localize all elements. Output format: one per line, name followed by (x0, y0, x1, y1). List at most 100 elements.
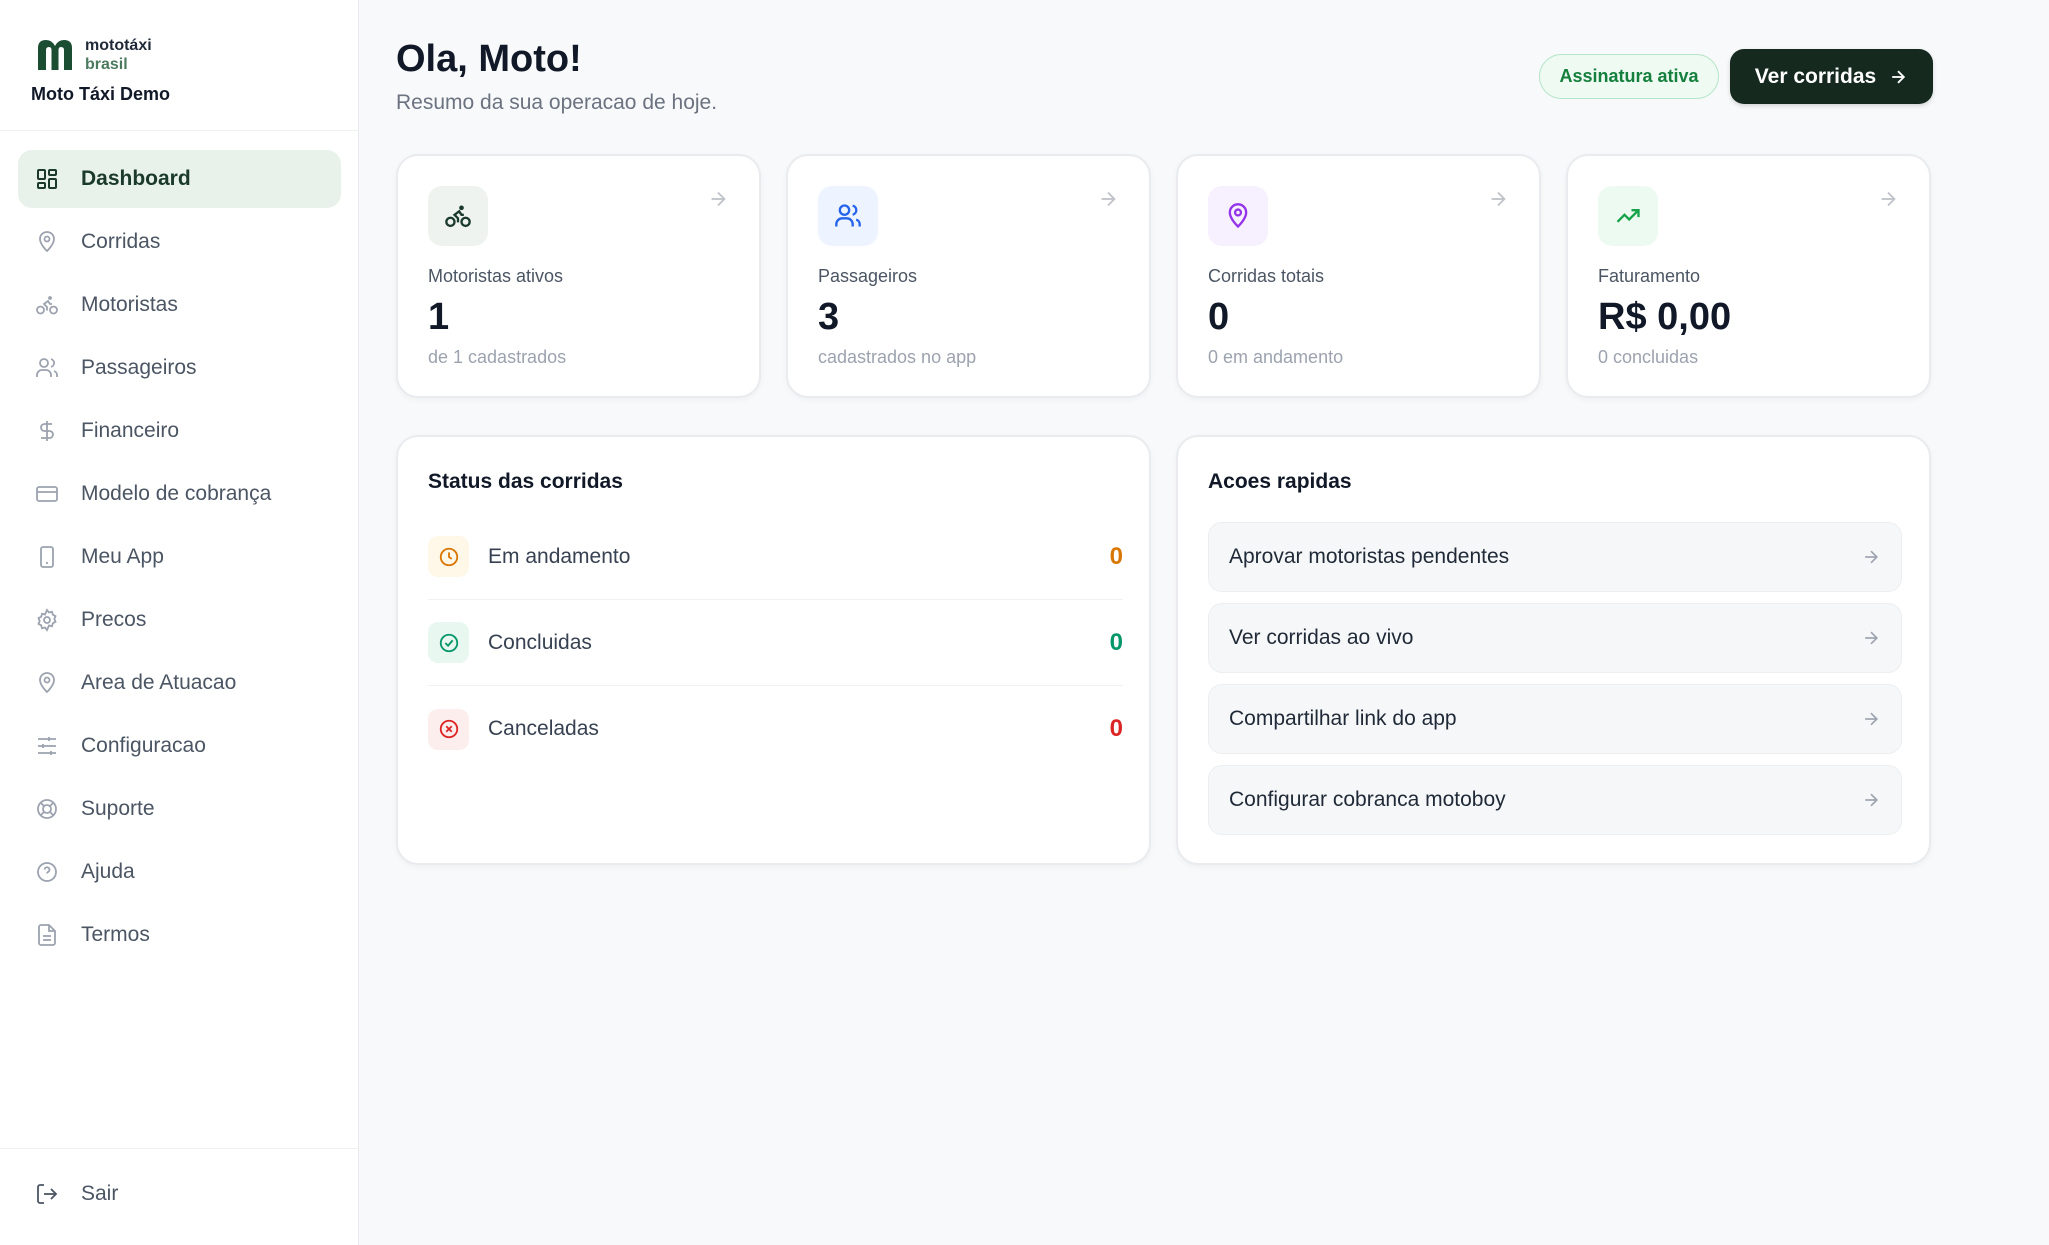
smartphone-icon (35, 545, 59, 569)
action-label: Aprovar motoristas pendentes (1229, 545, 1510, 568)
stat-subtext: 0 concluidas (1598, 347, 1699, 367)
sidebar-item-label: Financeiro (81, 419, 180, 442)
sidebar-item-financeiro[interactable]: Financeiro (18, 402, 341, 460)
sidebar-item-label: Passageiros (81, 356, 197, 379)
dashboard-icon (35, 167, 59, 191)
subscription-badge: Assinatura ativa (1539, 54, 1719, 99)
arrow-right-icon (1865, 793, 1879, 807)
sidebar-item-termos[interactable]: Termos (18, 906, 341, 964)
status-count: 0 (1109, 715, 1123, 742)
page-title: Ola, Moto! (396, 38, 582, 80)
sidebar-item-label: Precos (81, 608, 147, 631)
status-label: Concluidas (488, 630, 592, 654)
sidebar-item-ajuda[interactable]: Ajuda (18, 843, 341, 901)
sidebar-item-label: Meu App (81, 545, 164, 568)
status-label: Canceladas (488, 717, 599, 740)
sidebar-item-label: Area de Atuacao (81, 671, 237, 694)
sidebar-item-area-atuacao[interactable]: Area de Atuacao (18, 654, 341, 712)
action-live-rides[interactable]: Ver corridas ao vivo (1208, 603, 1902, 673)
x-circle-icon (439, 719, 458, 739)
sidebar-item-suporte[interactable]: Suporte (18, 780, 341, 838)
arrow-right-icon (1865, 712, 1879, 726)
sidebar-item-motoristas[interactable]: Motoristas (18, 276, 341, 334)
sidebar-footer: Sair (0, 1148, 359, 1245)
stat-card-faturamento[interactable]: Faturamento R$ 0,00 0 concluidas (1566, 154, 1931, 398)
sidebar-item-label: Corridas (81, 230, 161, 253)
stat-label: Corridas totais (1208, 266, 1325, 286)
status-icon-bg (428, 708, 469, 750)
panel-title: Acoes rapidas (1208, 470, 1352, 493)
arrow-right-icon (1865, 631, 1879, 645)
stat-value: 0 (1208, 296, 1230, 338)
sidebar-item-configuracao[interactable]: Configuracao (18, 717, 341, 775)
dollar-icon (35, 419, 59, 443)
stat-value: R$ 0,00 (1598, 296, 1732, 338)
sidebar-item-meu-app[interactable]: Meu App (18, 528, 341, 586)
sidebar-item-corridas[interactable]: Corridas (18, 213, 341, 271)
clock-icon (439, 547, 458, 566)
sidebar-item-label: Modelo de cobrança (81, 482, 272, 505)
sidebar-item-label: Dashboard (81, 167, 191, 190)
stat-subtext: de 1 cadastrados (428, 347, 567, 367)
logout-button[interactable]: Sair (35, 1182, 118, 1206)
logout-icon (35, 1182, 59, 1206)
status-row-canceladas: Canceladas 0 (428, 686, 1123, 772)
status-count: 0 (1109, 542, 1123, 570)
stat-icon-bg (1208, 186, 1268, 246)
help-circle-icon (35, 860, 59, 884)
sidebar-item-modelo-cobranca[interactable]: Modelo de cobrança (18, 465, 341, 523)
stat-label: Motoristas ativos (428, 266, 564, 286)
logo-text: mototáxi brasil (85, 36, 152, 74)
company-name: Moto Táxi Demo (31, 84, 171, 104)
bike-icon (35, 293, 59, 317)
status-count: 0 (1109, 628, 1123, 656)
sidebar-item-label: Termos (81, 923, 150, 946)
sidebar-item-passageiros[interactable]: Passageiros (18, 339, 341, 397)
stat-icon-bg (428, 186, 488, 246)
sidebar-item-precos[interactable]: Precos (18, 591, 341, 649)
arrow-right-icon (1892, 70, 1906, 83)
stat-value: 3 (818, 296, 840, 338)
arrow-right-icon[interactable] (1877, 188, 1899, 210)
logout-label: Sair (81, 1182, 119, 1205)
brand-header: mototáxi brasil Moto Táxi Demo (0, 0, 358, 131)
stat-subtext: cadastrados no app (818, 347, 977, 367)
action-approve-drivers[interactable]: Aprovar motoristas pendentes (1208, 522, 1902, 592)
sidebar-item-label: Motoristas (81, 293, 178, 316)
stat-card-passageiros[interactable]: Passageiros 3 cadastrados no app (786, 154, 1151, 398)
status-row-concluidas: Concluidas 0 (428, 600, 1123, 686)
stat-icon-bg (818, 186, 878, 246)
sidebar: mototáxi brasil Moto Táxi Demo Dashboard… (0, 0, 359, 1245)
lifebuoy-icon (35, 797, 59, 821)
trending-up-icon (1616, 209, 1640, 223)
sidebar-nav: Dashboard Corridas Motoristas Passageiro… (18, 150, 341, 969)
credit-card-icon (35, 482, 59, 506)
action-share-app-link[interactable]: Compartilhar link do app (1208, 684, 1902, 754)
map-pin-icon (35, 230, 59, 254)
sidebar-item-label: Suporte (81, 797, 155, 820)
panel-title: Status das corridas (428, 470, 623, 493)
view-rides-button[interactable]: Ver corridas (1730, 49, 1933, 104)
action-label: Compartilhar link do app (1229, 707, 1457, 730)
sidebar-item-label: Configuracao (81, 734, 206, 757)
status-row-em-andamento: Em andamento 0 (428, 514, 1123, 600)
status-icon-bg (428, 622, 469, 663)
stat-card-motoristas[interactable]: Motoristas ativos 1 de 1 cadastrados (396, 154, 761, 398)
map-pin-icon (35, 671, 59, 695)
view-rides-label: Ver corridas (1754, 64, 1877, 88)
action-configure-billing[interactable]: Configurar cobranca motoboy (1208, 765, 1902, 835)
stat-icon-bg (1598, 186, 1658, 246)
stat-subtext: 0 em andamento (1208, 347, 1344, 367)
sidebar-item-label: Ajuda (81, 860, 135, 883)
arrow-right-icon[interactable] (707, 188, 729, 210)
status-label: Em andamento (488, 544, 631, 568)
file-text-icon (35, 923, 59, 947)
sidebar-item-dashboard[interactable]: Dashboard (18, 150, 341, 208)
users-icon (35, 356, 59, 380)
sliders-icon (35, 734, 59, 758)
stat-card-corridas[interactable]: Corridas totais 0 0 em andamento (1176, 154, 1541, 398)
stat-label: Passageiros (818, 266, 918, 286)
arrow-right-icon[interactable] (1097, 188, 1119, 210)
arrow-right-icon[interactable] (1487, 188, 1509, 210)
map-pin-icon (1228, 203, 1248, 229)
